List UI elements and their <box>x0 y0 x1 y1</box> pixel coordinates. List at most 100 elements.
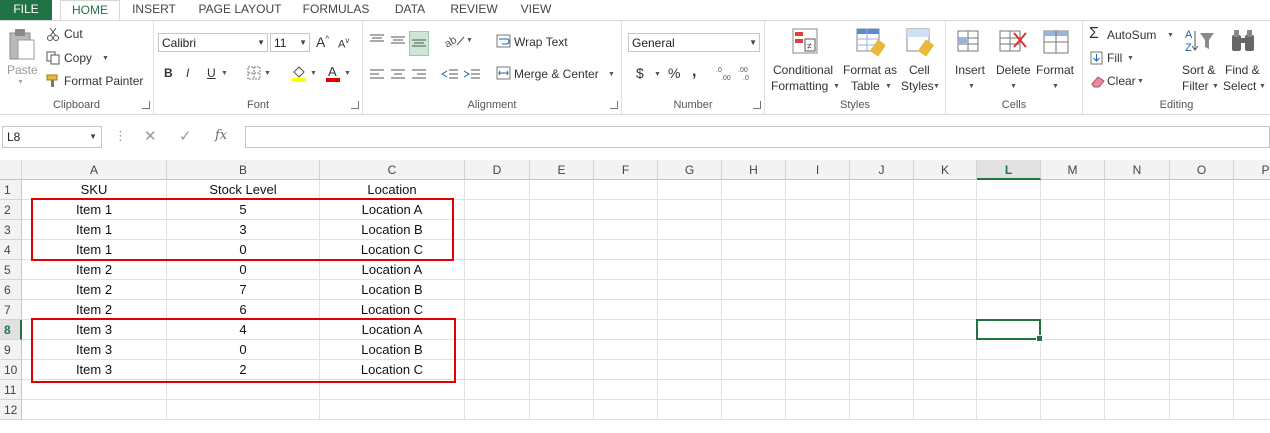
fill-icon[interactable] <box>1090 51 1104 70</box>
cell-c8[interactable]: Location A <box>320 320 465 340</box>
tab-home[interactable]: HOME <box>60 0 120 20</box>
cell-m7[interactable] <box>1041 300 1105 320</box>
cell-f7[interactable] <box>594 300 658 320</box>
cell-e1[interactable] <box>530 180 594 200</box>
number-format-dropdown-icon[interactable]: ▼ <box>749 34 757 52</box>
align-middle-icon[interactable] <box>390 33 406 52</box>
cell-o7[interactable] <box>1170 300 1234 320</box>
cell-k8[interactable] <box>914 320 977 340</box>
cell-b10[interactable]: 2 <box>167 360 320 380</box>
conditional-formatting-label-1[interactable]: Conditional <box>773 63 833 77</box>
column-header-j[interactable]: J <box>850 160 914 180</box>
cell-n6[interactable] <box>1105 280 1170 300</box>
cell-b9[interactable]: 0 <box>167 340 320 360</box>
fill-color-icon[interactable] <box>291 64 307 87</box>
cell-j6[interactable] <box>850 280 914 300</box>
cell-styles-label-2[interactable]: Styles <box>901 79 934 93</box>
cell-j5[interactable] <box>850 260 914 280</box>
cell-c3[interactable]: Location B <box>320 220 465 240</box>
paste-icon[interactable] <box>6 27 36 66</box>
number-format-combobox[interactable]: General ▼ <box>628 33 760 52</box>
cell-e4[interactable] <box>530 240 594 260</box>
cell-f9[interactable] <box>594 340 658 360</box>
cell-c4[interactable]: Location C <box>320 240 465 260</box>
format-as-table-label-2[interactable]: Table <box>851 79 880 93</box>
cell-o4[interactable] <box>1170 240 1234 260</box>
format-cells-dropdown-icon[interactable]: ▼ <box>1052 83 1059 90</box>
cell-n8[interactable] <box>1105 320 1170 340</box>
cell-l5[interactable] <box>977 260 1041 280</box>
number-dialog-launcher-icon[interactable] <box>753 101 761 109</box>
cell-i7[interactable] <box>786 300 850 320</box>
cell-n2[interactable] <box>1105 200 1170 220</box>
cell-k6[interactable] <box>914 280 977 300</box>
alignment-dialog-launcher-icon[interactable] <box>610 101 618 109</box>
cell-i8[interactable] <box>786 320 850 340</box>
column-header-h[interactable]: H <box>722 160 786 180</box>
cell-o3[interactable] <box>1170 220 1234 240</box>
cell-f3[interactable] <box>594 220 658 240</box>
cell-f4[interactable] <box>594 240 658 260</box>
clear-button[interactable]: Clear <box>1107 74 1136 88</box>
cell-j10[interactable] <box>850 360 914 380</box>
row-header-6[interactable]: 6 <box>0 280 22 300</box>
insert-cells-dropdown-icon[interactable]: ▼ <box>968 83 975 90</box>
cell-c11[interactable] <box>320 380 465 400</box>
cell-n11[interactable] <box>1105 380 1170 400</box>
fill-color-dropdown-icon[interactable]: ▼ <box>310 70 317 77</box>
cell-o9[interactable] <box>1170 340 1234 360</box>
cell-h5[interactable] <box>722 260 786 280</box>
cell-b3[interactable]: 3 <box>167 220 320 240</box>
tab-insert[interactable]: INSERT <box>126 0 182 20</box>
row-header-11[interactable]: 11 <box>0 380 22 400</box>
decrease-decimal-icon[interactable]: .00.0 <box>738 65 756 86</box>
cell-g7[interactable] <box>658 300 722 320</box>
cell-f11[interactable] <box>594 380 658 400</box>
clipboard-dialog-launcher-icon[interactable] <box>142 101 150 109</box>
cell-h11[interactable] <box>722 380 786 400</box>
cell-c9[interactable]: Location B <box>320 340 465 360</box>
cell-d3[interactable] <box>465 220 530 240</box>
cell-e3[interactable] <box>530 220 594 240</box>
format-cells-button[interactable]: Format <box>1036 63 1074 77</box>
cell-d11[interactable] <box>465 380 530 400</box>
format-as-table-dropdown-icon[interactable]: ▼ <box>885 83 892 90</box>
cell-i10[interactable] <box>786 360 850 380</box>
cell-l2[interactable] <box>977 200 1041 220</box>
cell-g10[interactable] <box>658 360 722 380</box>
select-all-corner[interactable] <box>0 160 22 180</box>
cell-h9[interactable] <box>722 340 786 360</box>
insert-cells-button[interactable]: Insert <box>955 63 985 77</box>
comma-style-button[interactable]: , <box>692 63 696 81</box>
autosum-dropdown-icon[interactable]: ▼ <box>1167 32 1174 39</box>
cell-d7[interactable] <box>465 300 530 320</box>
cell-a12[interactable] <box>22 400 167 420</box>
cell-i2[interactable] <box>786 200 850 220</box>
cell-c12[interactable] <box>320 400 465 420</box>
sort-filter-label-1[interactable]: Sort & <box>1182 63 1215 77</box>
cell-k7[interactable] <box>914 300 977 320</box>
cell-e2[interactable] <box>530 200 594 220</box>
cell-i12[interactable] <box>786 400 850 420</box>
cell-o8[interactable] <box>1170 320 1234 340</box>
delete-cells-dropdown-icon[interactable]: ▼ <box>1010 83 1017 90</box>
orientation-icon[interactable]: ab <box>442 33 465 52</box>
conditional-formatting-icon[interactable]: ≠ <box>791 27 821 62</box>
copy-button[interactable]: Copy <box>64 51 92 65</box>
cell-b4[interactable]: 0 <box>167 240 320 260</box>
cell-b8[interactable]: 4 <box>167 320 320 340</box>
cell-m10[interactable] <box>1041 360 1105 380</box>
cell-f10[interactable] <box>594 360 658 380</box>
cell-a11[interactable] <box>22 380 167 400</box>
insert-cells-icon[interactable] <box>956 27 984 62</box>
cell-l4[interactable] <box>977 240 1041 260</box>
cell-p8[interactable] <box>1234 320 1270 340</box>
cell-k12[interactable] <box>914 400 977 420</box>
cell-o6[interactable] <box>1170 280 1234 300</box>
tab-formulas[interactable]: FORMULAS <box>298 0 374 20</box>
decrease-font-size-icon[interactable]: Av <box>338 36 349 51</box>
column-header-k[interactable]: K <box>914 160 977 180</box>
cancel-entry-icon[interactable]: ✕ <box>144 127 157 145</box>
column-header-n[interactable]: N <box>1105 160 1170 180</box>
cell-a8[interactable]: Item 3 <box>22 320 167 340</box>
